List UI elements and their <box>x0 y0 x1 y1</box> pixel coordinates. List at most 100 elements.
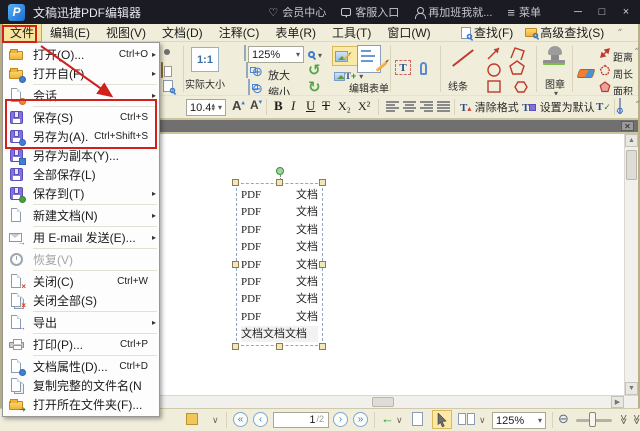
zoom-in-icon[interactable]: ⊕ <box>252 64 263 80</box>
file-menu-item-export[interactable]: → 导出 ▸ <box>3 313 159 332</box>
status-expand-icon[interactable]: ∨ <box>212 415 219 426</box>
status-tool-icon[interactable] <box>186 413 198 425</box>
fit-page-icon[interactable] <box>244 45 246 61</box>
fit-visible-icon[interactable] <box>248 79 250 95</box>
vertical-scrollbar[interactable]: ▲ ▼ <box>624 134 638 395</box>
superscript-button[interactable]: X² <box>358 99 370 114</box>
app-menu-button[interactable]: 菜单 <box>507 4 541 20</box>
area-icon[interactable] <box>599 81 611 93</box>
file-menu-item-save[interactable]: 保存(S) Ctrl+S <box>3 108 159 127</box>
shrink-font-button[interactable]: A▾ <box>250 98 262 112</box>
align-center-icon[interactable] <box>403 101 416 113</box>
find-button[interactable]: 查找(F) <box>461 24 513 41</box>
attachment-icon[interactable] <box>420 62 427 75</box>
toolbar-overflow-icon[interactable]: ⌃̈ <box>616 28 622 37</box>
format-more-icon[interactable]: ⌃̈ <box>634 100 640 109</box>
bold-button[interactable]: B <box>274 98 283 114</box>
maximize-button[interactable]: □ <box>596 6 608 18</box>
file-menu-item-close-all[interactable]: × 关闭全部(S) <box>3 291 159 310</box>
support-button[interactable]: 客服入口 <box>341 4 399 20</box>
toolbar-more-icon[interactable]: ⌃̈ <box>633 47 639 56</box>
menu-document[interactable]: 文档(D) <box>154 23 211 42</box>
apply-format-button[interactable]: T✓ <box>596 99 611 113</box>
last-page-button[interactable]: » <box>353 412 368 427</box>
zoom-slider-thumb[interactable] <box>589 412 596 427</box>
italic-button[interactable]: I <box>291 98 295 114</box>
resize-handle-n[interactable] <box>276 179 283 186</box>
menu-edit[interactable]: 编辑(E) <box>42 23 98 42</box>
underline-button[interactable]: U <box>306 98 315 114</box>
resize-handle-e[interactable] <box>319 261 326 268</box>
toolbar-zoom-select[interactable]: 125% <box>248 46 304 63</box>
search-doc-icon[interactable] <box>163 80 173 92</box>
member-center-button[interactable]: 会员中心 <box>268 4 326 20</box>
fit-width-icon[interactable] <box>246 62 248 78</box>
align-right-icon[interactable] <box>420 101 433 113</box>
file-menu-item-open-from[interactable]: 打开自(F) ▸ <box>3 64 159 83</box>
resize-handle-se[interactable] <box>319 343 326 350</box>
line-tool-icon[interactable] <box>452 49 474 67</box>
resize-handle-sw[interactable] <box>232 343 239 350</box>
statusbar-zoom-select[interactable]: 125% <box>492 412 546 429</box>
menu-window[interactable]: 窗口(W) <box>379 23 438 42</box>
close-button[interactable]: × <box>620 6 632 18</box>
account-button[interactable]: 再加班我就... <box>414 4 492 20</box>
scroll-right-icon[interactable]: ▶ <box>611 396 624 408</box>
select-tool-button[interactable] <box>432 410 452 429</box>
clear-format-button[interactable]: T▴ 清除格式 <box>460 99 519 115</box>
file-menu-item-close[interactable]: × 关闭(C) Ctrl+W <box>3 272 159 291</box>
rotation-handle[interactable] <box>276 167 284 175</box>
next-page-button[interactable]: › <box>333 412 348 427</box>
file-menu-item-save-as-copy[interactable]: 另存为副本(Y)... <box>3 146 159 165</box>
page-layout-icon[interactable] <box>458 413 476 426</box>
resize-handle-nw[interactable] <box>232 179 239 186</box>
advanced-find-button[interactable]: 高级查找(S) <box>525 24 604 41</box>
file-menu-item-copy-filename[interactable]: 复制完整的文件名(N) <box>3 376 159 395</box>
file-menu-item-open[interactable]: 打开(O)... Ctrl+O▸ <box>3 45 159 64</box>
resize-handle-ne[interactable] <box>319 179 326 186</box>
file-menu-item-print[interactable]: 打印(P)... Ctrl+P <box>3 335 159 354</box>
doc-settings-icon[interactable] <box>619 98 621 114</box>
resize-handle-w[interactable] <box>232 261 239 268</box>
zoom-slider-minus-icon[interactable]: ⊖ <box>558 411 569 427</box>
file-menu-item-open-folder[interactable]: ➜ 打开所在文件夹(F)... <box>3 395 159 414</box>
marquee-zoom-icon[interactable] <box>308 47 322 61</box>
file-menu-item-session[interactable]: 会话 ▸ <box>3 86 159 105</box>
horizontal-scroll-thumb[interactable] <box>372 397 394 407</box>
align-justify-icon[interactable] <box>437 101 450 113</box>
add-text-icon[interactable]: T <box>395 60 411 75</box>
prev-page-button[interactable]: ‹ <box>253 412 268 427</box>
file-menu-item-email[interactable]: → 用 E-mail 发送(E)... ▸ <box>3 228 159 247</box>
paste-icon[interactable] <box>161 62 163 78</box>
statusbar-more-icon[interactable]: ≫ <box>631 414 640 424</box>
menu-tools[interactable]: 工具(T) <box>324 23 379 42</box>
menu-view[interactable]: 视图(V) <box>98 23 154 42</box>
perimeter-icon[interactable] <box>599 64 611 76</box>
panel-close-icon[interactable]: ✕ <box>621 121 634 131</box>
set-default-button[interactable]: T 设置为默认 <box>522 99 595 115</box>
resize-handle-s[interactable] <box>276 343 283 350</box>
selected-text-box[interactable]: PDF文档 PDF文档 PDF文档 PDF文档 PDF文档 PDF文档 PDF文… <box>236 183 323 346</box>
vertical-scroll-thumb[interactable] <box>626 150 637 180</box>
statusbar-expand-icon[interactable]: ≫ <box>618 414 629 424</box>
file-menu-item-save-all[interactable]: 全部保存(L) <box>3 165 159 184</box>
eraser-tool-icon[interactable] <box>577 69 596 78</box>
strikethrough-button[interactable]: T <box>322 98 330 114</box>
view-history-expand-icon[interactable]: ∨ <box>396 415 403 426</box>
actual-size-button[interactable]: 1:1 <box>191 47 219 72</box>
menu-file[interactable]: 文件 <box>2 23 42 42</box>
shape-tools-icons[interactable] <box>484 44 530 94</box>
menu-form[interactable]: 表单(R) <box>267 23 324 42</box>
menu-comment[interactable]: 注释(C) <box>211 23 268 42</box>
file-menu-item-doc-props[interactable]: 文档属性(D)... Ctrl+D <box>3 357 159 376</box>
edit-form-button[interactable] <box>357 45 381 73</box>
distance-icon[interactable] <box>599 47 611 59</box>
minimize-button[interactable]: ─ <box>572 6 584 18</box>
stamp-button[interactable] <box>543 46 567 65</box>
previous-view-icon[interactable]: ← <box>381 411 394 426</box>
scroll-down-icon[interactable]: ▼ <box>625 382 638 395</box>
layout-expand-icon[interactable]: ∨ <box>479 415 486 426</box>
font-size-select[interactable]: 10.4 ▴▾ <box>186 99 226 116</box>
subscript-button[interactable]: X₂ <box>338 99 351 114</box>
single-page-icon[interactable] <box>412 412 423 426</box>
